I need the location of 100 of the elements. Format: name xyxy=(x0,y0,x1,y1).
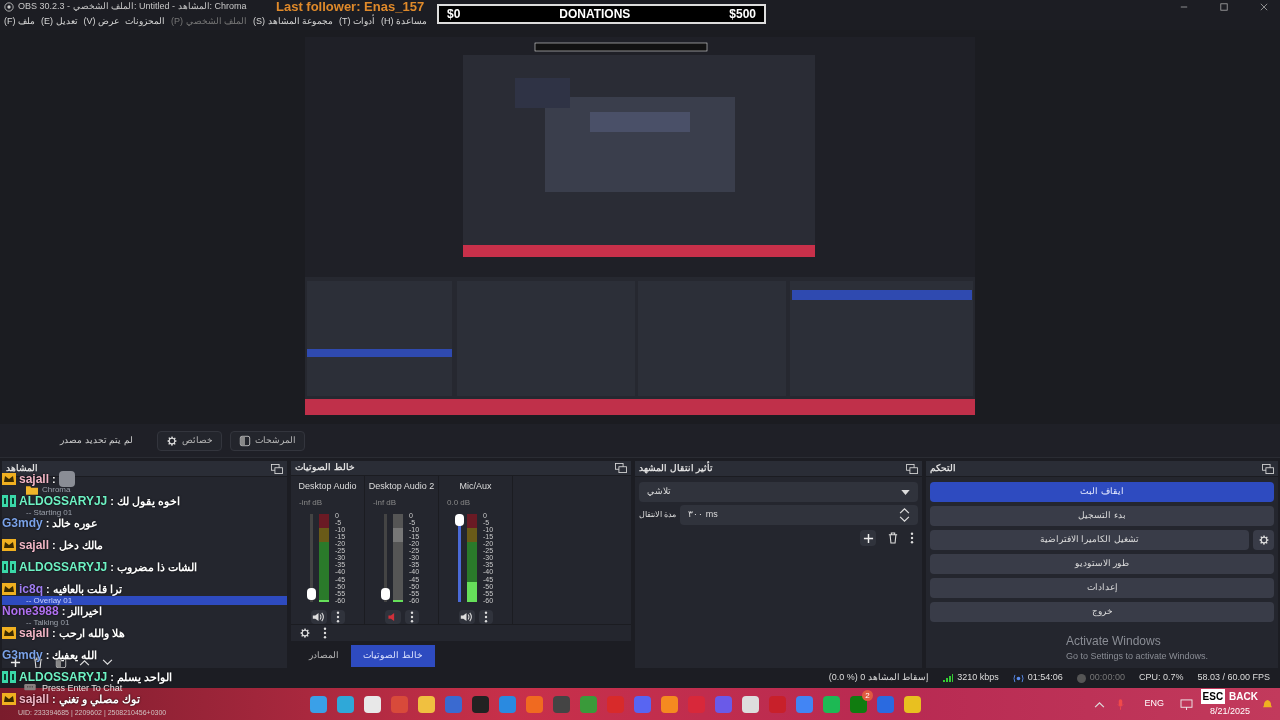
crown-badge-icon xyxy=(2,473,16,485)
chat-username: sajall xyxy=(19,472,50,486)
dock-title: تأثير انتقال المشهد xyxy=(639,461,713,476)
dropped-frames: (0.0 %) 0 إسقاط المشاهد xyxy=(828,671,930,685)
increment-icon[interactable] xyxy=(899,507,910,514)
filter-icon xyxy=(238,434,251,447)
monitor-icon[interactable] xyxy=(1180,698,1193,710)
folder-icon xyxy=(26,484,38,495)
undock-icon[interactable] xyxy=(906,463,918,474)
badge-icon xyxy=(2,561,16,573)
volume-button[interactable] xyxy=(310,609,327,624)
app-icon[interactable] xyxy=(364,695,381,713)
key-overlay-label: BACK xyxy=(1228,690,1259,704)
chat-username: sajall xyxy=(19,538,50,552)
channel-name: Mic/Aux xyxy=(459,480,492,494)
scene-item[interactable]: -- Talking 01 xyxy=(2,618,287,627)
control-button[interactable]: ايقاف البث xyxy=(930,482,1274,502)
chat-message: : مالك دخل xyxy=(52,538,103,552)
add-button[interactable] xyxy=(860,530,876,546)
chat-username: G3mdy xyxy=(2,648,43,662)
chat-message: : عوره خالد xyxy=(45,517,99,530)
trash-icon[interactable] xyxy=(888,532,898,544)
control-button[interactable]: بدء التسجيل xyxy=(930,506,1274,526)
duration-field[interactable]: ٣٠٠ ms xyxy=(680,505,918,525)
more-button[interactable] xyxy=(404,609,419,624)
app-icon[interactable] xyxy=(418,695,435,713)
volume-button[interactable] xyxy=(458,609,475,624)
badge-icon xyxy=(2,495,16,507)
filters-button[interactable]: المرشحات xyxy=(229,430,305,451)
record-dot-icon xyxy=(1076,673,1086,683)
move-down-icon[interactable] xyxy=(102,659,113,666)
scene-item[interactable]: -- Overlay 01 xyxy=(2,596,287,605)
activation-subtitle: Go to Settings to activate Windows. xyxy=(1066,650,1210,663)
chat-message: : ترا قلت بالعافيه xyxy=(46,582,122,596)
fader-thumb[interactable] xyxy=(306,588,316,601)
scene-item[interactable]: -- Starting 01 xyxy=(2,508,287,517)
add-icon xyxy=(862,532,874,544)
menu-item[interactable]: المحزونات xyxy=(125,15,165,29)
more-icon[interactable] xyxy=(910,532,914,544)
app-icon[interactable] xyxy=(823,695,840,713)
fader-thumb[interactable] xyxy=(454,513,464,526)
chat-message: : توك مصلي و تغني xyxy=(52,692,140,706)
minimize-icon[interactable] xyxy=(1180,3,1188,11)
scene-item[interactable]: Chroma xyxy=(2,485,287,494)
chat-username: ALDOSSARYJJ xyxy=(19,670,108,684)
gears-icon[interactable] xyxy=(299,626,311,639)
bitrate: 3210 kbps xyxy=(957,671,999,685)
more-button[interactable] xyxy=(330,609,345,624)
dock-title: خالط الصوتيات xyxy=(295,461,355,475)
menu-item[interactable]: (H) مساعدة xyxy=(381,15,428,29)
more-button[interactable] xyxy=(478,609,493,624)
undock-icon[interactable] xyxy=(1262,463,1274,474)
move-up-icon[interactable] xyxy=(79,659,90,666)
chat-username: sajall xyxy=(19,692,50,706)
decrement-icon[interactable] xyxy=(899,516,910,523)
donation-label: DONATIONS xyxy=(559,6,631,23)
more-icon[interactable] xyxy=(323,626,327,639)
chat-username: G3mdy xyxy=(2,516,43,530)
undock-icon[interactable] xyxy=(615,463,627,474)
menu-item[interactable]: (S) مجموعة المشاهد xyxy=(253,15,334,29)
menu-item[interactable]: (V) عرض xyxy=(83,15,119,29)
control-button[interactable]: تشغيل الكاميرا الافتراضية xyxy=(930,530,1249,550)
dock-tab[interactable]: المصادر xyxy=(297,645,351,667)
donation-min: $0 xyxy=(447,6,461,23)
app-icon[interactable] xyxy=(742,695,759,713)
gear-icon xyxy=(165,434,178,447)
dock-tab[interactable]: خالط الصوتيات xyxy=(351,645,435,667)
menu-item[interactable]: (T) أدوات xyxy=(339,15,376,29)
app-icon[interactable] xyxy=(310,695,327,713)
chat-message: : الواحد يسلم xyxy=(110,670,173,684)
menu-item[interactable]: (F) ملف xyxy=(4,15,35,29)
chat-message: : xyxy=(52,472,56,486)
app-icon[interactable] xyxy=(337,695,354,713)
chat-username: ic8q xyxy=(19,582,43,596)
donation-max: $500 xyxy=(729,6,756,23)
maximize-icon[interactable] xyxy=(1220,3,1228,11)
undock-icon[interactable] xyxy=(271,463,283,474)
close-icon[interactable] xyxy=(1260,3,1268,11)
stream-time: 01:54:06 xyxy=(1027,671,1063,685)
app-icon[interactable] xyxy=(904,695,921,713)
app-icon[interactable] xyxy=(661,695,678,713)
control-button[interactable]: طور الاستوديو xyxy=(930,554,1274,574)
chat-message: : هلا والله ارحب xyxy=(52,627,125,640)
bell-icon[interactable] xyxy=(1263,698,1272,710)
speaker-icon xyxy=(312,610,325,623)
dock-title: التحكم xyxy=(930,461,956,476)
app-icon[interactable] xyxy=(472,695,489,713)
properties-button[interactable]: خصائص xyxy=(156,430,222,451)
language-indicator[interactable]: ENG xyxy=(1144,697,1164,711)
control-button[interactable]: إعدادات xyxy=(930,578,1274,598)
date-label: 8/21/2025 xyxy=(1209,704,1250,718)
menu-item[interactable]: (E) تعديل xyxy=(41,15,78,29)
record-time: 00:00:00 xyxy=(1089,671,1125,685)
fader-thumb[interactable] xyxy=(380,588,390,601)
control-button[interactable]: خروج xyxy=(930,602,1274,622)
follower-label: Last follower: Enas_157 xyxy=(276,0,425,14)
volume-reading: 0.0 dB xyxy=(446,496,471,509)
settings-button[interactable] xyxy=(1253,530,1274,550)
transition-dropdown[interactable]: تلاشي xyxy=(639,482,918,502)
chevron-up-icon[interactable] xyxy=(1094,700,1106,708)
